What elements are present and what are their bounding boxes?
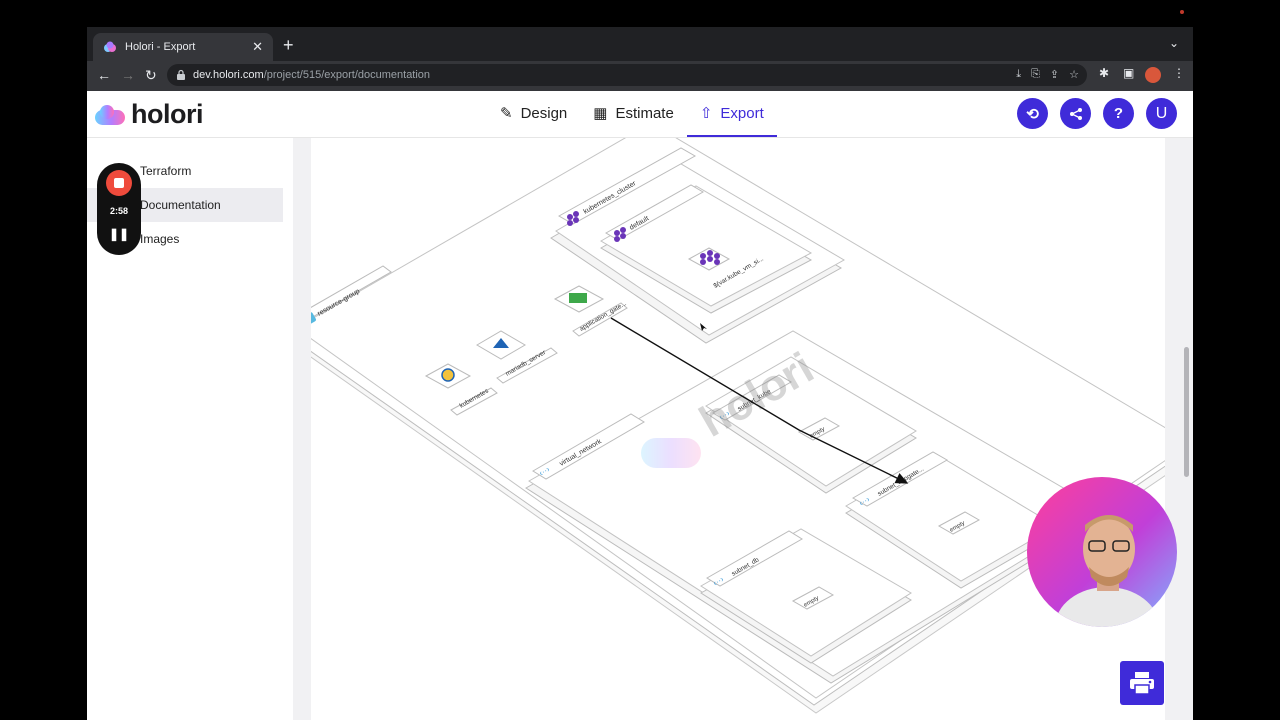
reload-icon[interactable]: ↻ <box>145 67 157 84</box>
url-host: dev.holori.com <box>193 69 264 81</box>
browser-window: Holori - Export ✕ + ⌄ ← → ↻ dev.holori.c… <box>87 27 1193 720</box>
translate-icon[interactable]: ⎘ <box>1031 68 1040 81</box>
stop-icon <box>114 178 124 188</box>
extensions-icon[interactable]: ✱ <box>1099 66 1109 80</box>
tab-search-icon[interactable]: ⌄ <box>1169 36 1179 50</box>
export-icon: ⇧ <box>699 105 713 122</box>
browser-menu-icon[interactable]: ⋮ <box>1173 66 1185 80</box>
tab-title: Holori - Export <box>125 41 196 53</box>
recording-timer: 2:58 <box>109 206 128 216</box>
canvas-gutter-left <box>293 138 311 720</box>
lock-icon <box>177 69 185 80</box>
help-button[interactable]: ? <box>1103 98 1134 129</box>
browser-toolbar: ← → ↻ dev.holori.com/project/515/export/… <box>87 61 1193 91</box>
tab-design-label: Design <box>520 104 568 122</box>
share-icon[interactable]: ⇪ <box>1050 68 1059 81</box>
bookmark-star-icon[interactable]: ☆ <box>1069 68 1079 81</box>
question-icon: ? <box>1113 105 1124 122</box>
tab-design[interactable]: ✎ Design <box>487 91 580 135</box>
app-header: holori ✎ Design ▦ Estimate ⇧ Export ⟲ ? U <box>87 91 1193 138</box>
user-avatar-button[interactable]: U <box>1146 98 1177 129</box>
profile-avatar[interactable] <box>1145 67 1161 83</box>
forward-icon[interactable]: → <box>121 67 135 83</box>
diagram-canvas[interactable]: resource-group kubernetes_cluster defaul… <box>311 138 1165 720</box>
holori-logo-icon <box>95 104 125 125</box>
pause-icon[interactable]: ❚❚ <box>97 227 141 241</box>
new-tab-icon[interactable]: + <box>283 35 294 56</box>
user-initial: U <box>1155 104 1168 122</box>
calculator-icon: ▦ <box>593 105 608 122</box>
tab-estimate-label: Estimate <box>615 104 674 122</box>
tab-strip: Holori - Export ✕ + ⌄ <box>87 27 1193 61</box>
webcam-overlay <box>1027 477 1177 627</box>
tab-export-label: Export <box>720 104 764 122</box>
key-icon <box>441 368 455 382</box>
app-gateway-icon <box>569 293 587 303</box>
share-button[interactable] <box>1060 98 1091 129</box>
browser-tab[interactable]: Holori - Export ✕ <box>93 33 273 61</box>
holori-favicon-icon <box>104 41 116 52</box>
holori-logo[interactable]: holori <box>95 99 204 130</box>
tab-close-icon[interactable]: ✕ <box>252 39 263 55</box>
history-icon: ⟲ <box>1026 105 1039 123</box>
share-nodes-icon <box>1069 107 1082 120</box>
url-text: dev.holori.com/project/515/export/docume… <box>193 69 430 81</box>
main-nav: ✎ Design ▦ Estimate ⇧ Export <box>487 91 777 137</box>
tab-estimate[interactable]: ▦ Estimate <box>580 91 687 135</box>
screen-recorder-widget: 2:58 ❚❚ <box>97 163 141 255</box>
install-icon[interactable]: ⤓ <box>1016 68 1021 81</box>
logo-text: holori <box>131 99 204 129</box>
printer-icon <box>1130 672 1154 695</box>
design-icon: ✎ <box>500 105 513 122</box>
print-button[interactable] <box>1120 661 1164 705</box>
header-actions: ⟲ ? U <box>1017 98 1177 129</box>
recording-indicator <box>1180 10 1184 14</box>
side-panel-icon[interactable]: ▣ <box>1123 66 1134 80</box>
url-path: /project/515/export/documentation <box>263 69 431 81</box>
page-scrollbar[interactable] <box>1184 347 1189 477</box>
stop-recording-button[interactable] <box>106 170 132 196</box>
history-button[interactable]: ⟲ <box>1017 98 1048 129</box>
address-bar[interactable]: dev.holori.com/project/515/export/docume… <box>167 64 1087 86</box>
back-icon[interactable]: ← <box>97 67 111 83</box>
tab-export[interactable]: ⇧ Export <box>686 91 777 137</box>
architecture-diagram: resource-group kubernetes_cluster defaul… <box>311 138 1165 714</box>
